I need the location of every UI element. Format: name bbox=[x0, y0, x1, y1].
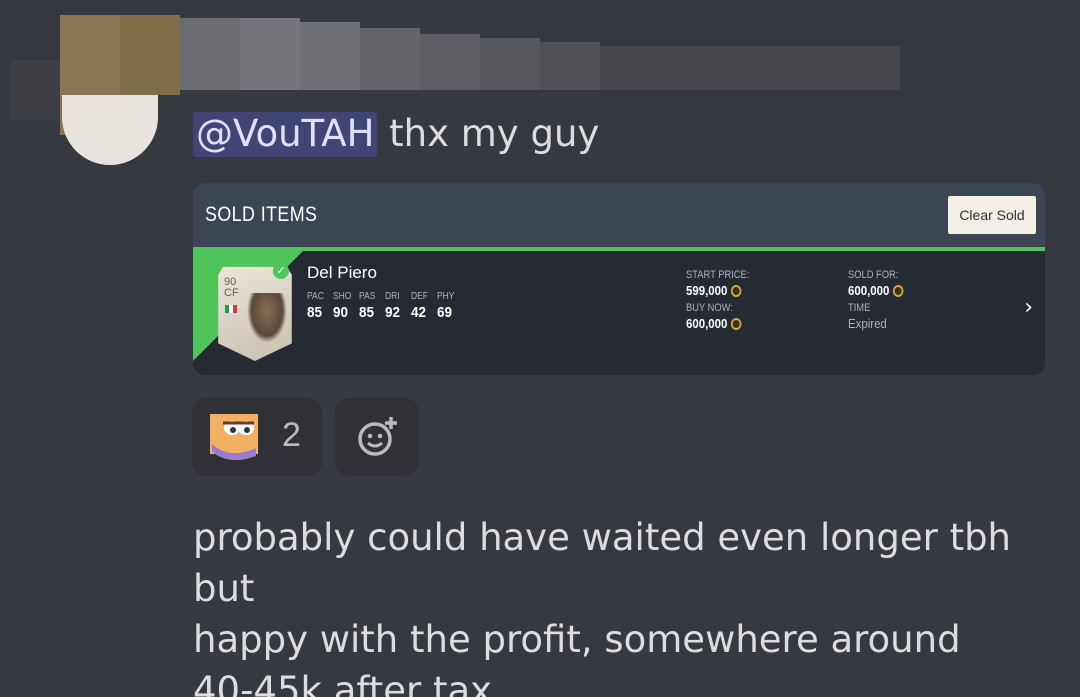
add-reaction-icon bbox=[358, 417, 397, 456]
sold-for-label: SOLD FOR: bbox=[848, 269, 899, 281]
stat-def: DEF 42 bbox=[411, 291, 428, 321]
stat-dri: DRI 92 bbox=[385, 291, 401, 321]
coin-icon bbox=[730, 285, 742, 297]
flag-icon bbox=[225, 305, 237, 313]
price-info: START PRICE: 599,000 BUY NOW: 600,000 bbox=[686, 269, 761, 335]
buy-now-value: 600,000 bbox=[686, 316, 752, 331]
reaction-smug-face[interactable]: 2 bbox=[192, 398, 322, 476]
check-icon: ✓ bbox=[273, 263, 289, 279]
section-title: SOLD ITEMS bbox=[205, 203, 318, 226]
embedded-image[interactable]: SOLD ITEMS Clear Sold 90 CF ✓ Del Piero … bbox=[193, 183, 1045, 375]
sold-for-value: 600,000 bbox=[848, 283, 904, 298]
sold-item-row[interactable]: 90 CF ✓ Del Piero PAC 85 SHO 90 PAS 85 DRI 9… bbox=[193, 251, 1045, 375]
player-stats: PAC 85 SHO 90 PAS 85 DRI 92 DEF 42 PHY 69 bbox=[307, 291, 463, 321]
reaction-count: 2 bbox=[282, 416, 301, 454]
player-name: Del Piero bbox=[307, 263, 377, 282]
message-text: thx my guy bbox=[377, 112, 600, 155]
time-label: TIME bbox=[848, 302, 871, 314]
chat-view: @VouTAH thx my guy SOLD ITEMS Clear Sold… bbox=[0, 0, 1080, 697]
user-mention[interactable]: @VouTAH bbox=[193, 112, 378, 157]
message-line-2: probably could have waited even longer t… bbox=[193, 516, 1012, 697]
buy-now-label: BUY NOW: bbox=[686, 302, 733, 314]
smug-face-emoji-icon bbox=[210, 414, 258, 460]
start-price-label: START PRICE: bbox=[686, 269, 750, 281]
coin-icon bbox=[892, 285, 904, 297]
player-photo bbox=[247, 293, 287, 343]
message-line-1: @VouTAH thx my guy bbox=[193, 112, 600, 157]
card-rating: 90 CF bbox=[224, 277, 239, 299]
add-reaction-button[interactable] bbox=[335, 398, 419, 476]
time-value: Expired bbox=[848, 316, 887, 331]
stat-phy: PHY 69 bbox=[437, 291, 455, 321]
clear-sold-button[interactable]: Clear Sold bbox=[948, 196, 1036, 234]
stat-sho: SHO 90 bbox=[333, 291, 352, 321]
stat-pas: PAS 85 bbox=[359, 291, 376, 321]
sale-info: SOLD FOR: 600,000 TIME Expired bbox=[848, 269, 911, 333]
chevron-right-icon[interactable]: › bbox=[1024, 295, 1033, 320]
card-position: CF bbox=[224, 287, 239, 299]
sold-items-header: SOLD ITEMS Clear Sold bbox=[193, 183, 1045, 247]
coin-icon bbox=[730, 318, 742, 330]
start-price-value: 599,000 bbox=[686, 283, 752, 298]
stat-pac: PAC 85 bbox=[307, 291, 324, 321]
